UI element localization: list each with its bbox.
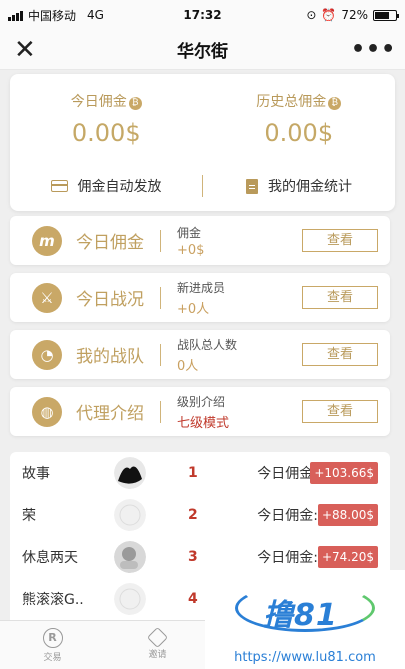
status-bar: 中国移动 4G 17:32 ⊙ ⏰ 72% [0,0,405,30]
auto-payout-link[interactable]: 佣金自动发放 [10,176,202,196]
total-commission-label: 历史总佣金 [256,94,327,110]
row-agent-intro[interactable]: ◍ 代理介绍 级别介绍 七级模式 查看 [10,387,390,436]
tab-label: 邀请 [148,650,167,660]
document-icon [246,178,258,194]
divider [160,229,161,252]
commission-stats-label: 我的佣金统计 [268,179,352,195]
row-my-team[interactable]: ◔ 我的战队 战队总人数 0人 查看 [10,330,390,379]
commission-badge: +74.20$ [317,546,378,568]
today-commission-value: 0.00$ [71,119,141,147]
row-subtitle: 级别介绍 [177,394,226,409]
watermark-logo: 撸81 [263,598,338,633]
commission-badge: +103.66$ [310,462,378,484]
view-button[interactable]: 查看 [302,400,378,423]
view-button[interactable]: 查看 [302,229,378,252]
avatar [114,499,146,531]
row-value: 七级模式 [177,415,230,431]
bitcoin-icon: ₿ [128,97,142,110]
row-today-commission[interactable]: m 今日佣金 佣金 +0$ 查看 [10,216,390,265]
m-logo-icon: m [32,225,62,256]
battle-icon: ⚔ [32,282,62,313]
row-today-battle[interactable]: ⚔ 今日战况 新进成员 +0人 查看 [10,273,390,322]
today-commission-label: 今日佣金: [257,508,318,524]
view-button[interactable]: 查看 [302,343,378,366]
watermark: 撸81 https://www.lu81.com [205,570,405,669]
view-button[interactable]: 查看 [302,286,378,309]
row-title: 我的战队 [76,347,144,367]
network: 4G [87,8,104,22]
avatar [114,457,146,489]
row-subtitle: 战队总人数 [177,337,238,352]
rank-number: 2 [188,507,198,523]
row-value: +0$ [177,242,205,258]
row-subtitle: 佣金 [177,225,202,240]
divider [160,286,161,309]
battery-icon [373,9,399,21]
member-name: 熊滚滚G.. [22,592,84,608]
invite-icon [146,626,169,649]
auto-payout-label: 佣金自动发放 [77,179,162,195]
watermark-url: https://www.lu81.com [234,650,376,665]
today-commission-label: 今日佣金: [257,466,318,482]
nav-bar: ✕ 华尔街 ••• [0,30,405,70]
row-value: 0人 [177,358,199,374]
row-title: 今日战况 [76,290,144,310]
row-value: +0人 [177,301,210,317]
rank-number: 3 [188,549,198,565]
close-icon[interactable]: ✕ [14,37,54,63]
today-commission-label: 今日佣金 [70,94,127,110]
member-name: 荣 [22,508,36,524]
battery-percent: 72% [341,8,368,22]
member-name: 故事 [22,466,50,482]
today-commission: 今日佣金 ₿ 0.00$ [10,74,203,166]
commission-stats-link[interactable]: 我的佣金统计 [203,176,395,196]
carrier: 中国移动 [28,8,77,23]
registered-icon: R [42,627,63,648]
today-commission-label: 今日佣金: [257,550,318,566]
tab-trade[interactable]: R 交易 [0,621,105,669]
tab-label: 交易 [43,652,62,663]
tab-invite[interactable]: 邀请 [105,621,210,669]
tab-bar: R 交易 邀请 [0,620,210,669]
page-title: 华尔街 [177,42,228,62]
avatar [114,541,146,573]
bitcoin-icon: ₿ [328,97,342,110]
globe-icon: ◍ [32,396,62,427]
divider [160,343,161,366]
card-icon [50,180,68,192]
total-commission-value: 0.00$ [264,119,334,147]
row-title: 今日佣金 [76,233,144,253]
divider [160,400,161,423]
rank-number: 1 [188,465,198,481]
commission-badge: +88.00$ [317,504,378,526]
alarm-icon: ⏰ [321,8,337,22]
pie-chart-icon: ◔ [32,339,62,370]
signal-icon [8,10,23,21]
clock: 17:32 [183,8,222,22]
list-item[interactable]: 荣 2 今日佣金: +88.00$ [10,494,390,536]
rotation-lock-icon: ⊙ [306,8,317,22]
row-title: 代理介绍 [76,404,144,424]
rank-number: 4 [188,591,198,607]
total-commission: 历史总佣金 ₿ 0.00$ [203,74,396,166]
row-subtitle: 新进成员 [177,280,226,295]
list-item[interactable]: 故事 1 今日佣金: +103.66$ [10,452,390,494]
member-name: 休息两天 [22,550,78,566]
commission-summary-card: 今日佣金 ₿ 0.00$ 历史总佣金 ₿ 0.00$ 佣金自动发放 我的佣金统计 [10,74,395,211]
avatar [114,583,146,615]
more-icon[interactable]: ••• [351,37,395,62]
